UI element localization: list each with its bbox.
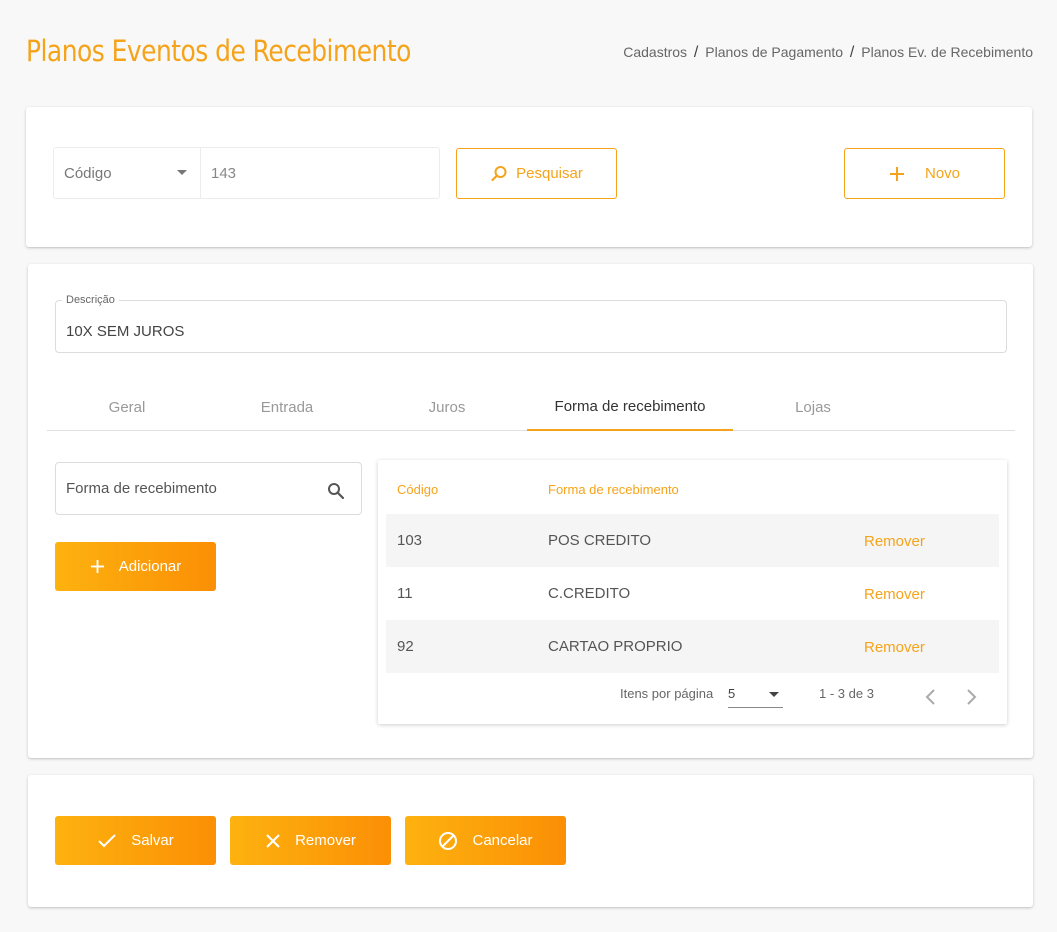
cancel-icon [439,831,458,850]
breadcrumb: Cadastros / Planos de Pagamento / Planos… [623,44,1033,62]
row-code: 92 [397,638,414,655]
cancel-button-label: Cancelar [472,832,533,849]
tab-bar: Geral Entrada Juros Forma de recebimento… [47,384,1015,431]
breadcrumb-cadastros[interactable]: Cadastros [623,44,687,60]
caret-down-icon [177,170,187,175]
check-icon [98,833,116,847]
search-button-label: Pesquisar [516,165,583,182]
description-label: Descrição [62,294,119,306]
search-field-select[interactable]: Código [53,147,201,199]
new-button-label: Novo [924,165,961,182]
description-value: 10X SEM JUROS [66,323,185,340]
remove-row-button[interactable]: Remover [864,533,925,550]
search-icon [328,483,345,500]
code-search-value: 143 [211,164,237,182]
breadcrumb-planos-pagamento[interactable]: Planos de Pagamento [705,44,843,60]
items-per-page-select[interactable]: 5 [728,686,783,708]
row-payment-form: C.CREDITO [548,585,631,602]
pagination-range: 1 - 3 de 3 [819,686,874,701]
remove-row-button[interactable]: Remover [864,586,925,603]
plus-icon [889,166,904,181]
new-button[interactable]: Novo [844,148,1005,199]
payment-form-search-input[interactable]: Forma de recebimento [55,462,362,515]
tab-lojas[interactable]: Lojas [733,384,893,430]
column-header-code[interactable]: Código [397,482,438,497]
search-field-select-value: Código [64,164,112,182]
payment-form-search-placeholder: Forma de recebimento [66,480,217,497]
breadcrumb-separator: / [693,44,699,61]
breadcrumb-separator: / [849,44,855,61]
payment-forms-table: Código Forma de recebimento 103 POS CRED… [378,460,1007,724]
items-per-page-label: Itens por página [620,686,714,701]
remove-button-label: Remover [295,832,356,849]
add-button-label: Adicionar [118,558,182,575]
save-button[interactable]: Salvar [55,816,216,865]
breadcrumb-current: Planos Ev. de Recebimento [861,44,1033,60]
page-title: Planos Eventos de Recebimento [26,34,411,68]
column-header-payment-form[interactable]: Forma de recebimento [548,482,679,497]
tab-entrada[interactable]: Entrada [207,384,367,430]
row-payment-form: POS CREDITO [548,532,652,549]
description-field[interactable]: Descrição 10X SEM JUROS [55,294,1007,353]
add-button[interactable]: Adicionar [55,542,216,591]
actions-card: Salvar Remover Cancelar [28,775,1033,907]
chevron-right-icon[interactable] [964,688,978,706]
row-code: 103 [397,532,423,549]
row-payment-form: CARTAO PROPRIO [548,638,683,655]
row-code: 11 [397,585,413,602]
code-search-input[interactable]: 143 [200,147,440,199]
items-per-page-value: 5 [728,686,736,701]
search-button[interactable]: Pesquisar [456,148,617,199]
table-row: 11 C.CREDITO Remover [386,567,999,620]
tab-geral[interactable]: Geral [47,384,207,430]
plus-icon [90,559,104,574]
table-row: 92 CARTAO PROPRIO Remover [386,620,999,673]
save-button-label: Salvar [131,832,174,849]
close-icon [266,833,280,848]
search-icon [491,165,507,181]
plan-form-card: Descrição 10X SEM JUROS Geral Entrada Ju… [28,264,1033,758]
search-card: Código 143 Pesquisar Novo [26,107,1032,247]
tab-juros[interactable]: Juros [367,384,527,430]
tab-forma-recebimento[interactable]: Forma de recebimento [527,384,733,431]
caret-down-icon [769,692,779,697]
remove-row-button[interactable]: Remover [864,639,925,656]
remove-button[interactable]: Remover [230,816,391,865]
chevron-left-icon[interactable] [924,688,938,706]
table-row: 103 POS CREDITO Remover [386,514,999,567]
cancel-button[interactable]: Cancelar [405,816,566,865]
